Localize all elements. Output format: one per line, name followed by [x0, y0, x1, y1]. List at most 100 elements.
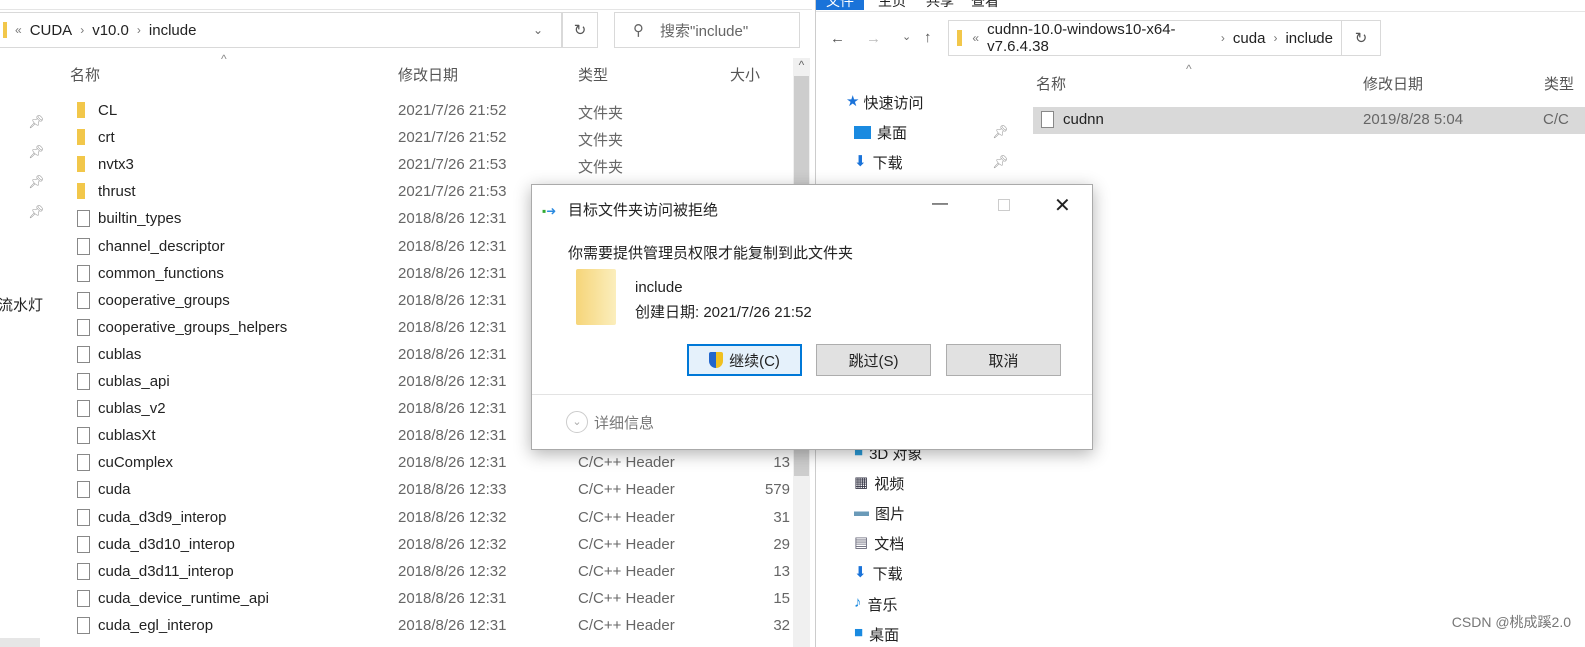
address-bar[interactable]: « CUDA › v10.0 › include ⌄	[0, 12, 562, 48]
file-icon	[77, 589, 90, 607]
breadcrumb-cuda[interactable]: CUDA	[30, 22, 73, 39]
file-row[interactable]: CL 2021/7/26 21:52 文件夹	[0, 98, 790, 125]
file-name: cooperative_groups_helpers	[98, 318, 288, 336]
desktop-icon	[854, 126, 871, 139]
file-icon	[77, 454, 90, 472]
cancel-button[interactable]: 取消	[946, 344, 1061, 376]
file-name: cuda_device_runtime_api	[98, 589, 269, 607]
file-date: 2018/8/26 12:33	[398, 481, 507, 499]
continue-button[interactable]: 继续(C)	[687, 344, 802, 376]
folder-icon	[77, 156, 85, 173]
nav-item[interactable]: ▤ 文档	[854, 533, 904, 554]
file-date: 2018/8/26 12:31	[398, 237, 507, 255]
file-date: 2018/8/26 12:31	[398, 454, 507, 472]
star-icon: ★	[846, 93, 860, 110]
file-icon	[77, 237, 90, 255]
nav-label: 桌面	[869, 626, 900, 644]
skip-button[interactable]: 跳过(S)	[816, 344, 931, 376]
nav-item[interactable]: ⬇ 下载	[854, 563, 903, 584]
file-name: CL	[98, 102, 118, 119]
horizontal-scrollbar[interactable]	[0, 638, 40, 647]
file-icon	[77, 562, 90, 580]
file-icon	[77, 318, 90, 336]
nav-downloads[interactable]: ⬇ 下载	[854, 152, 903, 173]
file-type: 文件夹	[578, 105, 624, 122]
sort-up-icon: ^	[221, 52, 227, 66]
nav-item[interactable]: ■ 桌面	[854, 624, 899, 645]
file-row[interactable]: cuda_d3d9_interop 2018/8/26 12:32 C/C++ He…	[0, 505, 790, 532]
scroll-up-icon[interactable]: ^	[793, 58, 810, 76]
breadcrumb-include[interactable]: include	[149, 22, 197, 39]
file-icon	[77, 210, 90, 228]
file-icon	[77, 616, 90, 634]
file-type: C/C++ Header	[578, 562, 675, 580]
nav-label: 下载	[872, 155, 903, 172]
breadcrumb-include[interactable]: include	[1285, 30, 1333, 47]
file-date: 2019/8/28 5:04	[1363, 111, 1464, 128]
maximize-button[interactable]	[998, 199, 1010, 211]
folder-icon	[77, 102, 85, 118]
breadcrumb-cudnn[interactable]: cudnn-10.0-windows10-x64-v7.6.4.38	[987, 21, 1213, 55]
file-row[interactable]: cuda_d3d10_interop 2018/8/26 12:32 C/C++ H…	[0, 532, 790, 559]
file-size: 13	[773, 454, 790, 472]
sort-up-icon: ^	[1186, 62, 1192, 76]
minimize-button[interactable]: —	[932, 195, 948, 213]
file-icon	[77, 291, 90, 309]
file-row[interactable]: cuda_d3d11_interop 2018/8/26 12:32 C/C++ H…	[0, 559, 790, 586]
file-row[interactable]: nvtx3 2021/7/26 21:53 文件夹	[0, 152, 790, 179]
folder-icon	[576, 269, 616, 325]
column-name[interactable]: 名称	[70, 64, 100, 85]
nav-desktop[interactable]: 桌面	[854, 122, 907, 143]
file-row[interactable]: cuda 2018/8/26 12:33 C/C++ Header 579	[0, 477, 790, 504]
file-row[interactable]: cuComplex 2018/8/26 12:31 C/C++ Header 13	[0, 450, 790, 477]
column-date[interactable]: 修改日期	[398, 64, 458, 85]
file-name: nvtx3	[98, 156, 134, 174]
file-icon	[77, 481, 90, 499]
file-name: cuda_d3d9_interop	[98, 508, 227, 526]
search-input[interactable]: ⚲ 搜索"include"	[614, 12, 800, 48]
file-name: cuComplex	[98, 454, 174, 472]
file-type: C/C++ Header	[578, 535, 675, 553]
file-icon	[77, 535, 90, 553]
refresh-button[interactable]: ↻	[1341, 20, 1381, 56]
nav-label: 图片	[875, 506, 906, 524]
file-name: cublas	[98, 345, 142, 363]
chevron-right-icon: ›	[1273, 31, 1278, 45]
close-button[interactable]: ✕	[1054, 193, 1071, 218]
file-date: 2018/8/26 12:31	[398, 318, 507, 336]
file-type: C/C++ Header	[578, 616, 675, 634]
file-type: C/C++ Header	[578, 481, 675, 499]
nav-item[interactable]: ▬ 图片	[854, 503, 905, 524]
chevron-down-icon[interactable]: ⌄	[533, 23, 543, 37]
nav-item[interactable]: ♪ 音乐	[854, 594, 898, 615]
file-size: 13	[773, 562, 790, 580]
file-row[interactable]: cuda_device_runtime_api 2018/8/26 12:31 C/…	[0, 586, 790, 613]
file-name: cublas_api	[98, 373, 170, 390]
nav-item[interactable]: ▦ 视频	[854, 473, 904, 494]
column-type[interactable]: 类型	[1544, 73, 1574, 94]
nav-quick-access[interactable]: ★ 快速访问	[846, 92, 923, 113]
refresh-button[interactable]: ↻	[562, 12, 598, 48]
documents-icon: ▤	[854, 534, 869, 552]
search-icon: ⚲	[633, 22, 644, 39]
file-row[interactable]: crt 2021/7/26 21:52 文件夹	[0, 125, 790, 152]
watermark: CSDN @桃成蹊2.0	[1451, 614, 1571, 630]
file-icon	[77, 264, 90, 282]
file-icon	[77, 400, 90, 418]
access-denied-dialog: ▪➜ 目标文件夹访问被拒绝 — ✕ 你需要提供管理员权限才能复制到此文件夹 in…	[531, 184, 1093, 450]
folder-icon	[77, 183, 85, 200]
column-type[interactable]: 类型	[578, 64, 608, 85]
chevron-down-icon[interactable]: ⌄	[1311, 31, 1321, 45]
file-row[interactable]: cuda_egl_interop 2018/8/26 12:31 C/C++ Hea…	[0, 613, 790, 640]
file-row-selected[interactable]: cudnn 2019/8/28 5:04 C/C	[1033, 107, 1585, 134]
breadcrumb-v10[interactable]: v10.0	[92, 22, 129, 39]
breadcrumb-cuda[interactable]: cuda	[1233, 30, 1266, 47]
details-toggle[interactable]: ⌄ 详细信息	[566, 411, 654, 433]
column-name[interactable]: 名称	[1036, 73, 1066, 94]
file-name: thrust	[98, 183, 136, 201]
column-date[interactable]: 修改日期	[1363, 73, 1423, 94]
column-size[interactable]: 大小	[730, 64, 760, 85]
file-size: 29	[773, 535, 790, 553]
nav-label: 视频	[874, 476, 905, 494]
overflow-icon[interactable]: «	[15, 23, 22, 37]
